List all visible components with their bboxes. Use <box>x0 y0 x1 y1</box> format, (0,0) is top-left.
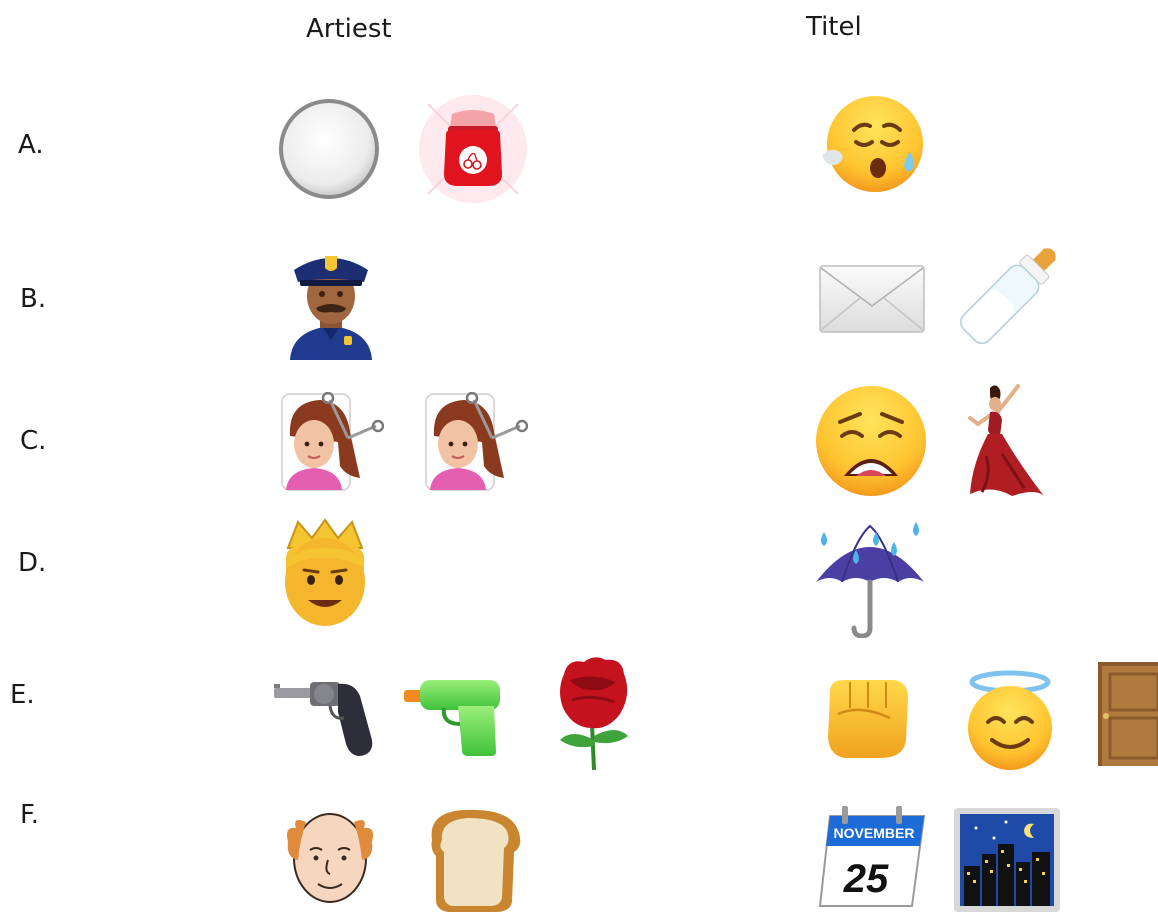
umbrella-rain-icon <box>816 522 924 638</box>
sleepy-face-icon <box>822 96 923 192</box>
calendar-month: NOVEMBER <box>834 825 915 841</box>
police-officer-icon <box>290 256 372 360</box>
bald-man-icon <box>287 813 373 903</box>
row-label-b: B. <box>20 284 47 314</box>
row-label-a: A. <box>18 130 44 160</box>
row-label-c: C. <box>20 426 47 456</box>
baby-bottle-icon <box>959 248 1056 345</box>
envelope-icon <box>819 265 925 333</box>
white-circle-icon <box>279 99 379 199</box>
prince-icon <box>285 518 365 626</box>
haircut-icon <box>281 392 384 491</box>
calendar-icon: NOVEMBER 25 <box>818 806 926 907</box>
rose-icon <box>560 657 628 770</box>
jam-jar-icon <box>419 95 527 203</box>
bread-icon <box>431 809 521 912</box>
weary-face-icon <box>816 386 926 496</box>
calendar-day: 25 <box>843 857 889 901</box>
water-pistol-icon <box>404 680 500 756</box>
halo-face-icon <box>968 670 1052 770</box>
door-icon <box>1098 662 1158 766</box>
revolver-icon <box>274 682 373 756</box>
title-column-header: Titel <box>806 12 862 42</box>
row-label-d: D. <box>18 548 47 578</box>
artist-column-header: Artiest <box>306 14 392 44</box>
row-label-e: E. <box>10 680 35 710</box>
fist-icon <box>828 680 908 758</box>
dancer-icon <box>968 384 1044 496</box>
row-label-f: F. <box>20 800 40 830</box>
haircut-icon <box>425 392 528 491</box>
night-city-icon <box>954 808 1060 912</box>
